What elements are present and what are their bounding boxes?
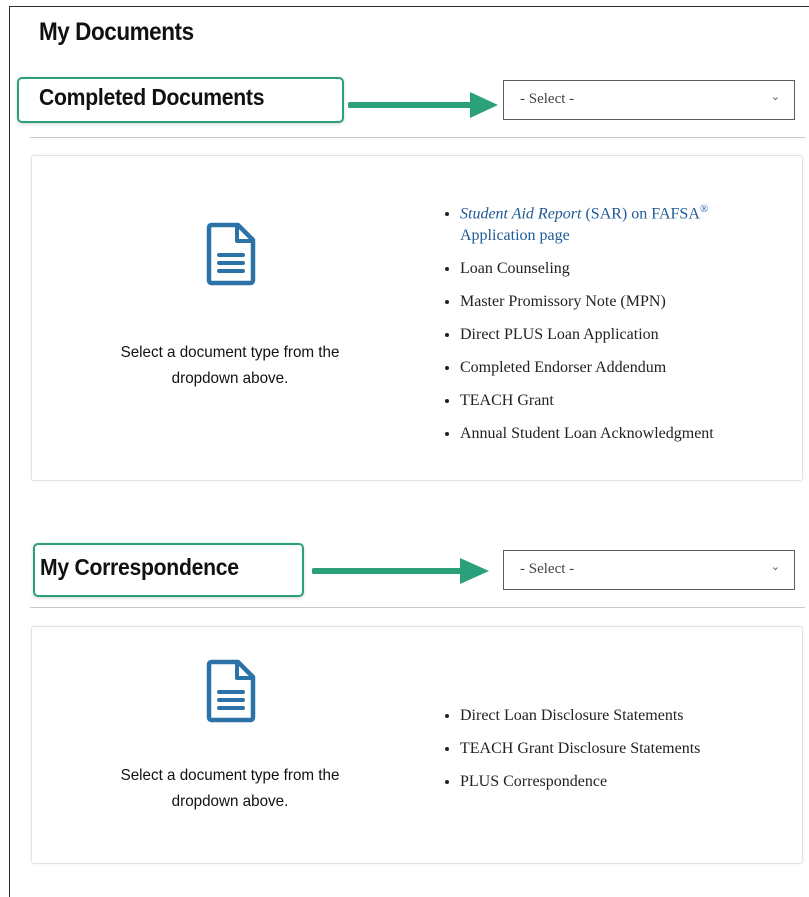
correspondence-types-list: Direct Loan Disclosure Statements TEACH … (442, 705, 700, 804)
sar-link-line2[interactable]: Application page (460, 227, 570, 244)
section-divider (30, 137, 805, 138)
my-correspondence-card: Select a document type from the dropdown… (31, 626, 803, 864)
list-item: TEACH Grant (460, 390, 714, 412)
document-icon (206, 222, 256, 286)
list-item: Loan Counseling (460, 258, 714, 280)
chevron-down-icon: ⌄ (770, 90, 780, 103)
list-item: Direct Loan Disclosure Statements (460, 705, 700, 727)
message-line-1: Select a document type from the (120, 767, 340, 784)
message-line-1: Select a document type from the (120, 344, 340, 361)
document-icon (206, 659, 256, 723)
completed-documents-heading: Completed Documents (39, 84, 265, 110)
list-item: TEACH Grant Disclosure Statements (460, 738, 700, 760)
my-correspondence-heading: My Correspondence (40, 554, 239, 580)
my-correspondence-select[interactable]: - Select - ⌄ (503, 550, 795, 590)
list-item: Annual Student Loan Acknowledgment (460, 423, 714, 445)
annotation-arrow (312, 558, 489, 584)
message-line-2: dropdown above. (171, 370, 289, 387)
completed-document-types-list: Student Aid Report (SAR) on FAFSA® Appli… (442, 198, 714, 456)
message-line-2: dropdown above. (171, 793, 289, 810)
list-item: Direct PLUS Loan Application (460, 324, 714, 346)
empty-state-message: Select a document type from the dropdown… (88, 763, 373, 815)
page-title: My Documents (39, 18, 194, 46)
chevron-down-icon: ⌄ (770, 560, 780, 573)
completed-documents-select[interactable]: - Select - ⌄ (503, 80, 795, 120)
list-item: Completed Endorser Addendum (460, 357, 714, 379)
section-divider (30, 607, 805, 608)
completed-documents-card: Select a document type from the dropdown… (31, 155, 803, 481)
list-item: PLUS Correspondence (460, 771, 700, 793)
registered-mark: ® (699, 203, 709, 215)
list-item: Master Promissory Note (MPN) (460, 291, 714, 313)
sar-link-text[interactable]: (SAR) on FAFSA (581, 205, 699, 222)
empty-state-message: Select a document type from the dropdown… (88, 340, 373, 392)
select-value: - Select - (520, 561, 575, 577)
sar-link-italic[interactable]: Student Aid Report (460, 205, 581, 222)
select-value: - Select - (520, 91, 575, 107)
annotation-arrow (348, 92, 498, 118)
list-item[interactable]: Student Aid Report (SAR) on FAFSA® Appli… (460, 198, 714, 247)
